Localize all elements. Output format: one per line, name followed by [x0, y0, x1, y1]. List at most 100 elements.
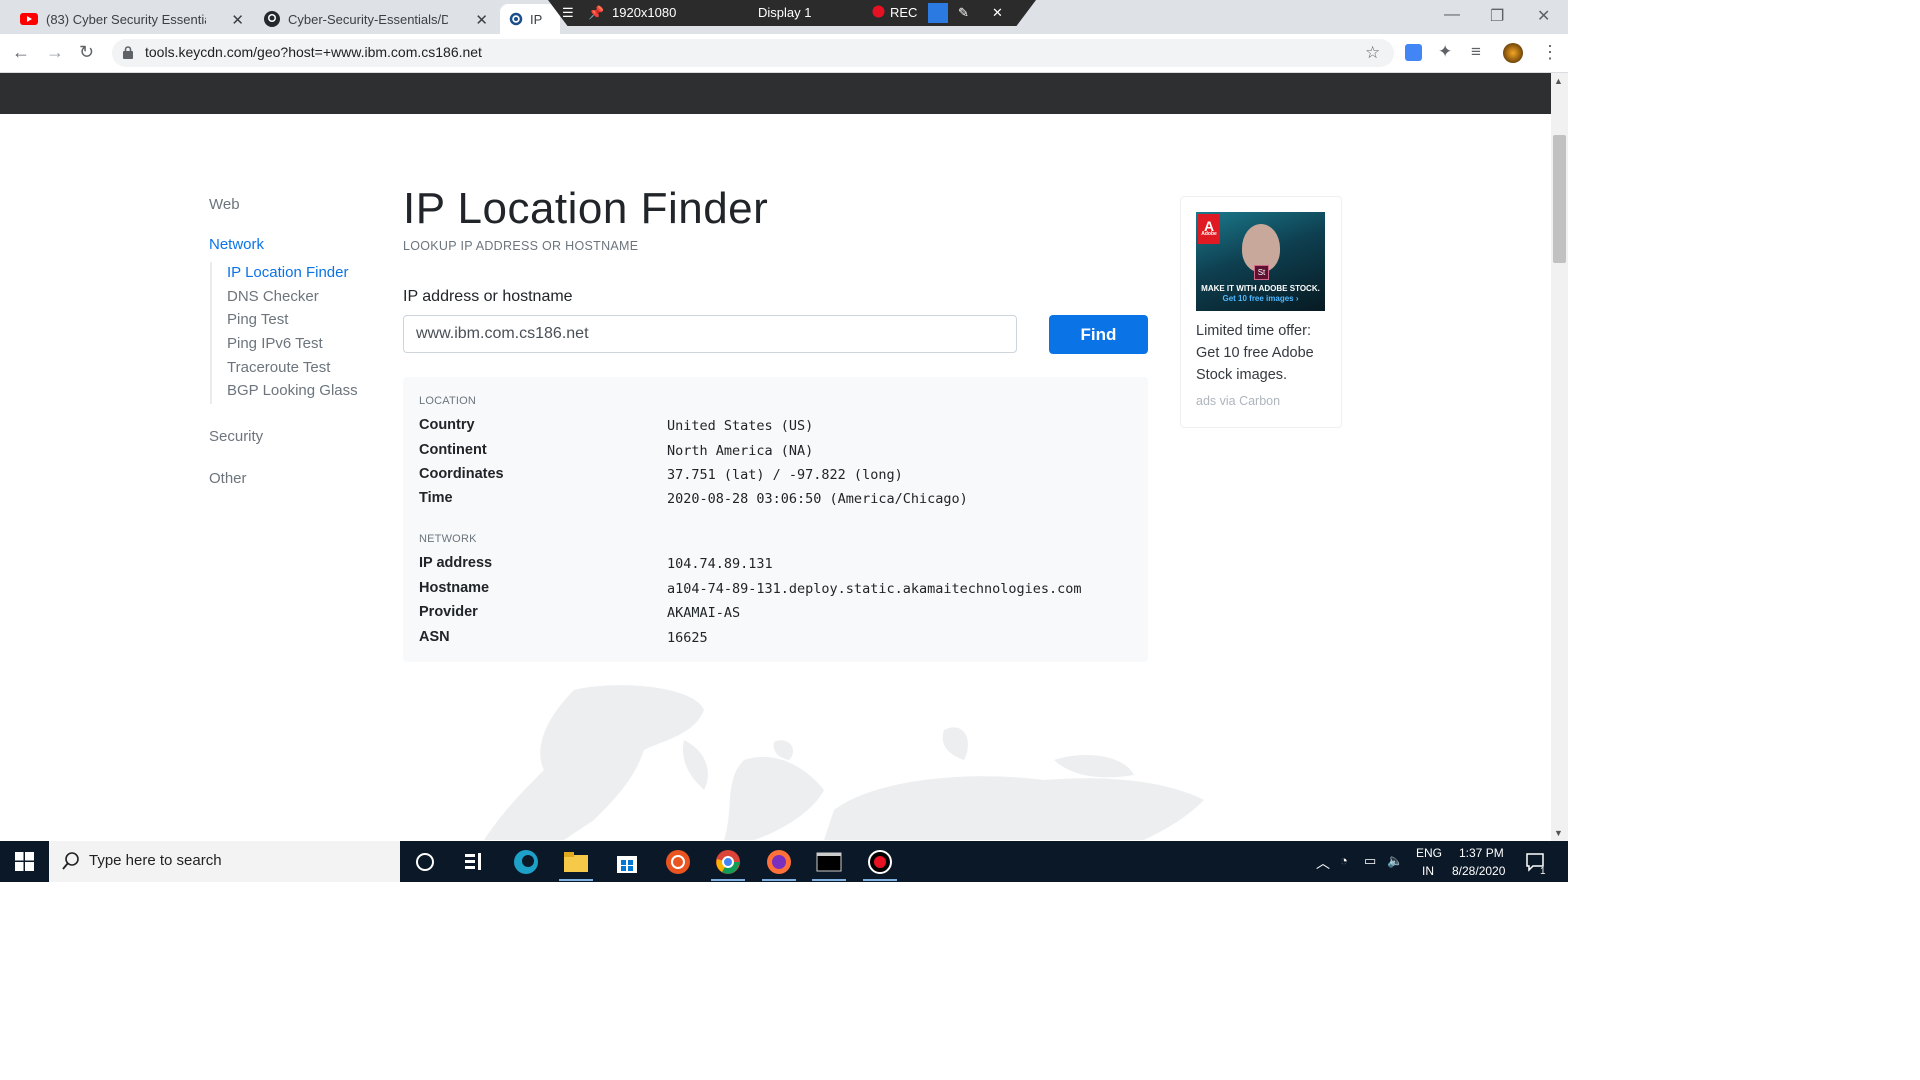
youtube-icon	[20, 13, 38, 25]
url-text[interactable]: tools.keycdn.com/geo?host=+www.ibm.com.c…	[145, 44, 482, 60]
window-close-icon[interactable]: ✕	[1537, 6, 1550, 26]
back-icon[interactable]: ←	[12, 42, 30, 63]
reload-icon[interactable]: ↻	[79, 42, 94, 63]
firefox-icon[interactable]	[766, 849, 792, 875]
lock-icon[interactable]	[123, 46, 133, 59]
tray-expand-icon[interactable]: ︿	[1316, 853, 1330, 873]
display-label[interactable]: Display 1	[758, 5, 811, 20]
bookmark-star-icon[interactable]: ☆	[1365, 43, 1380, 63]
recorder-active-indicator	[863, 879, 897, 881]
avatar[interactable]	[1503, 43, 1523, 63]
more-menu-icon[interactable]: ⋮	[1541, 42, 1559, 63]
menu-icon[interactable]: ☰	[562, 5, 574, 21]
search-icon	[62, 852, 79, 870]
result-label: ASN	[419, 629, 450, 645]
recording-toolbar: ☰ 📌 1920x1080 Display 1 REC ✎ ✕	[548, 0, 1036, 26]
result-value: a104-74-89-131.deploy.static.akamaitechn…	[667, 581, 1082, 597]
forward-icon[interactable]: →	[46, 42, 64, 63]
adobe-logo-text: Adobe	[1201, 231, 1217, 237]
github-icon	[264, 11, 280, 27]
chrome-icon[interactable]	[715, 849, 741, 875]
result-value: 2020-08-28 03:06:50 (America/Chicago)	[667, 491, 968, 507]
resolution-label: 1920x1080	[612, 5, 677, 20]
pen-icon[interactable]: ✎	[958, 5, 969, 21]
sidebar-item-dns-checker[interactable]: DNS Checker	[227, 288, 319, 305]
tab-github[interactable]: Cyber-Security-Essentials/Day 4 / ✕	[258, 4, 494, 34]
site-header-bar	[0, 73, 1551, 114]
result-value: 104.74.89.131	[667, 556, 773, 572]
record-icon[interactable]	[872, 5, 885, 21]
rec-label: REC	[890, 5, 918, 20]
terminal-icon[interactable]	[816, 849, 842, 875]
explorer-active-indicator	[559, 879, 593, 881]
camera-icon[interactable]	[928, 3, 948, 23]
task-view-icon[interactable]	[462, 849, 488, 875]
result-label: Country	[419, 417, 475, 433]
volume-icon[interactable]: 🔈	[1387, 853, 1403, 869]
tab-keycdn-active[interactable]: IP	[500, 4, 560, 34]
windows-start-icon[interactable]	[15, 852, 34, 871]
submenu-border	[210, 262, 212, 404]
sidebar-item-traceroute-test[interactable]: Traceroute Test	[227, 359, 330, 376]
keycdn-icon	[509, 12, 523, 26]
close-tab-icon[interactable]: ✕	[231, 11, 244, 29]
result-label: Coordinates	[419, 466, 504, 482]
media-control-icon[interactable]: ≡	[1471, 42, 1481, 62]
sidebar-item-bgp-looking-glass[interactable]: BGP Looking Glass	[227, 382, 358, 399]
result-label: Hostname	[419, 580, 490, 596]
ad-via-link[interactable]: ads via Carbon	[1196, 394, 1280, 408]
terminal-active-indicator	[812, 879, 846, 881]
adobe-logo-icon: A Adobe	[1198, 214, 1220, 244]
scroll-up-icon[interactable]: ▲	[1554, 76, 1563, 86]
ad-text[interactable]: Limited time offer: Get 10 free Adobe St…	[1196, 320, 1328, 386]
location-heading: LOCATION	[419, 395, 477, 407]
file-explorer-icon[interactable]	[563, 849, 589, 875]
scrollbar-thumb[interactable]	[1553, 135, 1566, 263]
close-tab-icon[interactable]: ✕	[475, 11, 488, 29]
sidebar-item-ping-test[interactable]: Ping Test	[227, 311, 288, 328]
google-translate-icon[interactable]	[1405, 44, 1422, 61]
tab-youtube[interactable]: (83) Cyber Security Essentials | Ba ✕	[14, 4, 250, 34]
result-label: Time	[419, 490, 453, 506]
adobe-stock-icon: St	[1254, 265, 1269, 280]
result-value: 16625	[667, 630, 708, 646]
pin-icon[interactable]: 📌	[588, 5, 604, 21]
recorder-icon[interactable]	[867, 849, 893, 875]
restore-icon[interactable]: ❐	[1490, 6, 1504, 26]
language-region[interactable]: IN	[1422, 864, 1434, 878]
minimize-icon[interactable]: —	[1444, 6, 1460, 24]
close-icon[interactable]: ✕	[992, 5, 1003, 21]
tab-title: IP	[530, 11, 543, 27]
sidebar-item-other[interactable]: Other	[209, 470, 247, 487]
ad-image-cta: Get 10 free images ›	[1222, 294, 1299, 303]
ubuntu-icon[interactable]	[665, 849, 691, 875]
sidebar-item-web[interactable]: Web	[209, 196, 240, 213]
wifi-icon[interactable]: ◔	[1340, 853, 1348, 868]
result-value: United States (US)	[667, 418, 814, 434]
scroll-down-icon[interactable]: ▼	[1554, 828, 1563, 838]
sidebar-item-ping-ipv6-test[interactable]: Ping IPv6 Test	[227, 335, 323, 352]
cortana-icon[interactable]	[413, 849, 439, 875]
chrome-active-indicator	[711, 879, 745, 881]
result-value: North America (NA)	[667, 443, 814, 459]
page-subtitle: LOOKUP IP ADDRESS OR HOSTNAME	[403, 239, 639, 253]
edge-icon[interactable]	[513, 849, 539, 875]
sidebar-item-ip-location-finder[interactable]: IP Location Finder	[227, 264, 348, 281]
find-button[interactable]: Find	[1049, 315, 1148, 354]
language-code[interactable]: ENG	[1416, 846, 1442, 860]
host-input[interactable]	[403, 315, 1017, 353]
battery-icon[interactable]: ▭	[1364, 853, 1376, 869]
taskbar-search-placeholder[interactable]: Type here to search	[89, 852, 222, 869]
result-label: Continent	[419, 442, 487, 458]
result-value: AKAMAI-AS	[667, 605, 741, 621]
page-title: IP Location Finder	[403, 184, 769, 233]
extensions-icon[interactable]: ✦	[1438, 42, 1452, 62]
result-label: IP address	[419, 555, 493, 571]
result-value: 37.751 (lat) / -97.822 (long)	[667, 467, 903, 483]
sidebar-item-network[interactable]: Network	[209, 236, 264, 253]
network-heading: NETWORK	[419, 533, 477, 545]
store-icon[interactable]	[614, 849, 640, 875]
clock-date[interactable]: 8/28/2020	[1452, 864, 1505, 878]
sidebar-item-security[interactable]: Security	[209, 428, 263, 445]
clock-time[interactable]: 1:37 PM	[1459, 846, 1504, 860]
